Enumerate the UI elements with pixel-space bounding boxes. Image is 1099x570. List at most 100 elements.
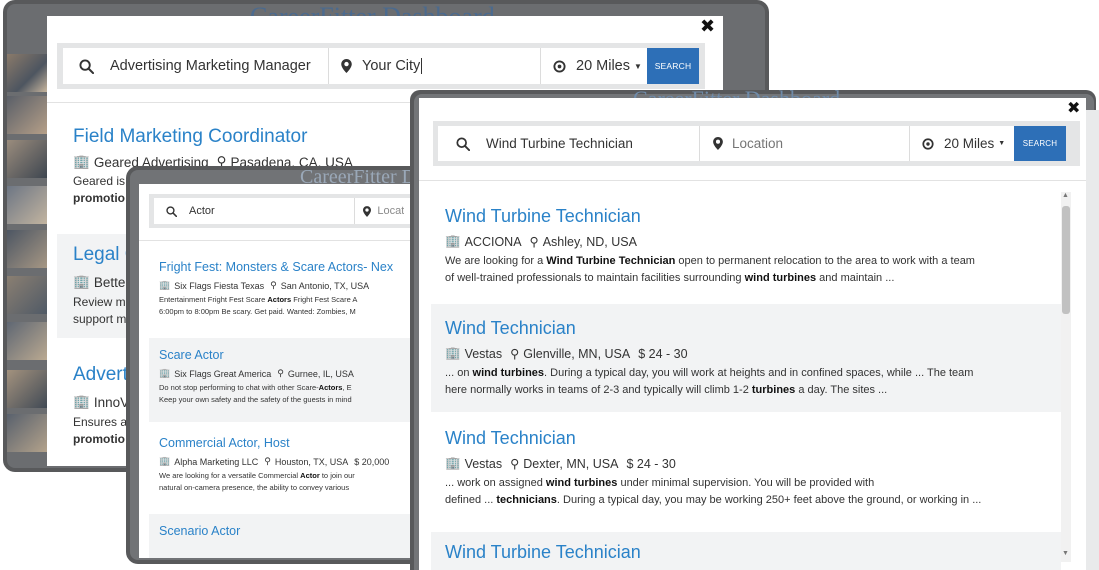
list-item[interactable]: Scare Actor 🏢 Six Flags Great America ⚲ … xyxy=(149,338,439,422)
right-edge-fragment xyxy=(1086,110,1099,570)
job-title[interactable]: Wind Turbine Technician xyxy=(445,206,1033,227)
job-desc-line: Keep your own safety and the safety of t… xyxy=(159,395,352,404)
list-item[interactable]: Scenario Actor xyxy=(149,514,439,558)
window-b-modal: Actor Locat Fright Fest: Monsters & Scar… xyxy=(139,184,439,558)
job-title[interactable]: Fright Fest: Monsters & Scare Actors- Ne… xyxy=(159,260,419,274)
list-item[interactable]: Wind Turbine Technician 🏢 ACCIONA ⚲ Ashl… xyxy=(419,198,1059,298)
map-marker-icon: ⚲ xyxy=(529,235,539,249)
job-salary: $ 24 - 30 xyxy=(638,346,688,361)
search-icon xyxy=(79,58,94,74)
building-icon: 🏢 xyxy=(445,346,461,360)
job-title[interactable]: Commercial Actor, Host xyxy=(159,436,419,450)
job-salary: $ 24 - 30 xyxy=(626,456,676,471)
building-icon: 🏢 xyxy=(445,234,461,248)
job-location: Gurnee, IL, USA xyxy=(287,368,354,379)
map-marker-icon xyxy=(341,59,352,73)
window-c-modal: ✖ Wind Turbine Technician 20 Miles ▼ SEA… xyxy=(419,98,1086,570)
job-salary: $ 20,000 xyxy=(354,456,390,467)
list-item[interactable]: Wind Technician 🏢 Vestas ⚲ Glenville, MN… xyxy=(431,304,1061,412)
company-name: ACCIONA xyxy=(464,234,522,249)
caret-down-icon: ▼ xyxy=(998,140,1006,147)
list-item[interactable]: Wind Turbine Technician xyxy=(431,532,1061,570)
window-a-keyword-value: Advertising Marketing Manager xyxy=(110,58,311,74)
map-marker-icon xyxy=(363,205,372,217)
building-icon: 🏢 xyxy=(73,154,90,169)
window-c-scrollbar[interactable]: ▲ ▼ xyxy=(1061,192,1071,562)
target-icon xyxy=(553,59,566,73)
company-name: Vestas xyxy=(464,456,503,471)
map-marker-icon: ⚲ xyxy=(277,368,284,378)
list-item[interactable]: Wind Technician 🏢 Vestas ⚲ Dexter, MN, U… xyxy=(419,418,1059,528)
job-meta: 🏢 Vestas ⚲ Dexter, MN, USA $ 24 - 30 xyxy=(445,456,1033,471)
window-a-radius-value: 20 Miles xyxy=(576,58,630,74)
window-a-search-button[interactable]: SEARCH xyxy=(647,48,699,84)
window-b-keyword-field[interactable]: Actor xyxy=(154,198,356,224)
job-desc-line: 6:00pm to 8:00pm Be scary. Get paid. Wan… xyxy=(159,307,356,316)
window-a-radius-select[interactable]: 20 Miles ▼ xyxy=(541,48,647,84)
scroll-up-arrow-icon[interactable]: ▲ xyxy=(1062,192,1069,199)
job-desc-line: We are looking for a versatile Commercia… xyxy=(159,471,355,480)
company-name: Six Flags Fiesta Texas xyxy=(174,280,265,291)
window-c-search-bar: Wind Turbine Technician 20 Miles ▼ SEARC… xyxy=(433,121,1080,166)
window-b-search-bar: Actor Locat xyxy=(149,194,439,228)
job-location: Dexter, MN, USA xyxy=(523,456,619,471)
job-title[interactable]: Scare Actor xyxy=(159,348,429,362)
job-location: Houston, TX, USA xyxy=(274,456,349,467)
job-desc-line: defined ... technicians. During a typica… xyxy=(445,494,982,506)
window-a-keyword-field[interactable]: Advertising Marketing Manager xyxy=(63,48,329,84)
job-location: Ashley, ND, USA xyxy=(542,234,637,249)
building-icon: 🏢 xyxy=(73,394,90,409)
window-c-location-field[interactable] xyxy=(700,126,910,161)
map-marker-icon: ⚲ xyxy=(264,456,271,466)
map-marker-icon: ⚲ xyxy=(510,347,520,361)
job-location: San Antonio, TX, USA xyxy=(280,280,370,291)
map-marker-icon: ⚲ xyxy=(270,280,277,290)
window-c-divider xyxy=(419,180,1086,181)
job-desc-line: Do not stop performing to chat with othe… xyxy=(159,383,352,392)
window-a-location-value: Your City xyxy=(362,58,421,74)
job-meta: 🏢 Vestas ⚲ Glenville, MN, USA $ 24 - 30 xyxy=(445,346,1047,361)
job-location: Glenville, MN, USA xyxy=(523,346,631,361)
job-title[interactable]: Scenario Actor xyxy=(159,524,429,538)
company-name: Alpha Marketing LLC xyxy=(174,456,259,467)
building-icon: 🏢 xyxy=(73,274,90,289)
job-title[interactable]: Wind Turbine Technician xyxy=(445,542,1047,563)
window-a-search-bar: Advertising Marketing Manager Your City … xyxy=(57,43,705,89)
target-icon xyxy=(922,137,934,150)
map-marker-icon xyxy=(713,137,723,150)
company-name: Vestas xyxy=(464,346,503,361)
building-icon: 🏢 xyxy=(159,368,171,378)
job-title[interactable]: Wind Technician xyxy=(445,318,1047,339)
search-icon xyxy=(166,205,177,217)
list-item[interactable]: Commercial Actor, Host 🏢 Alpha Marketing… xyxy=(139,426,439,512)
job-desc-line: ... on wind turbines. During a typical d… xyxy=(445,367,974,379)
job-meta: 🏢 ACCIONA ⚲ Ashley, ND, USA xyxy=(445,234,1033,249)
window-c-scroll-thumb[interactable] xyxy=(1062,206,1070,314)
window-a-location-field[interactable]: Your City xyxy=(329,48,541,84)
window-a-close-icon[interactable]: ✖ xyxy=(700,16,715,37)
building-icon: 🏢 xyxy=(159,456,171,466)
job-desc-line: We are looking for a Wind Turbine Techni… xyxy=(445,255,975,267)
job-meta: 🏢 Alpha Marketing LLC ⚲ Houston, TX, USA… xyxy=(159,456,419,467)
job-title[interactable]: Wind Technician xyxy=(445,428,1033,449)
job-meta: 🏢 Six Flags Fiesta Texas ⚲ San Antonio, … xyxy=(159,280,419,291)
text-cursor xyxy=(421,58,423,74)
window-c-radius-select[interactable]: 20 Miles ▼ xyxy=(910,126,1014,161)
window-c-close-icon[interactable]: ✖ xyxy=(1067,98,1080,117)
window-c-keyword-field[interactable]: Wind Turbine Technician xyxy=(438,126,700,161)
job-desc-line: natural on-camera presence, the ability … xyxy=(159,483,350,492)
window-c-search-button[interactable]: SEARCH xyxy=(1014,126,1066,161)
building-icon: 🏢 xyxy=(159,280,171,290)
company-name: Six Flags Great America xyxy=(174,368,272,379)
window-b-divider xyxy=(139,240,439,241)
building-icon: 🏢 xyxy=(445,456,461,470)
job-desc-line: here normally works in teams of 2-3 and … xyxy=(445,384,888,396)
window-b-keyword-value: Actor xyxy=(189,205,215,217)
scroll-down-arrow-icon[interactable]: ▼ xyxy=(1062,550,1069,557)
search-icon xyxy=(456,136,470,151)
job-desc-line: ... work on assigned wind turbines under… xyxy=(445,477,875,489)
list-item[interactable]: Fright Fest: Monsters & Scare Actors- Ne… xyxy=(139,246,439,332)
window-c-radius-value: 20 Miles xyxy=(944,136,995,151)
job-desc-line: Entertainment Fright Fest Scare Actors F… xyxy=(159,295,358,304)
window-c-keyword-value: Wind Turbine Technician xyxy=(486,136,633,151)
